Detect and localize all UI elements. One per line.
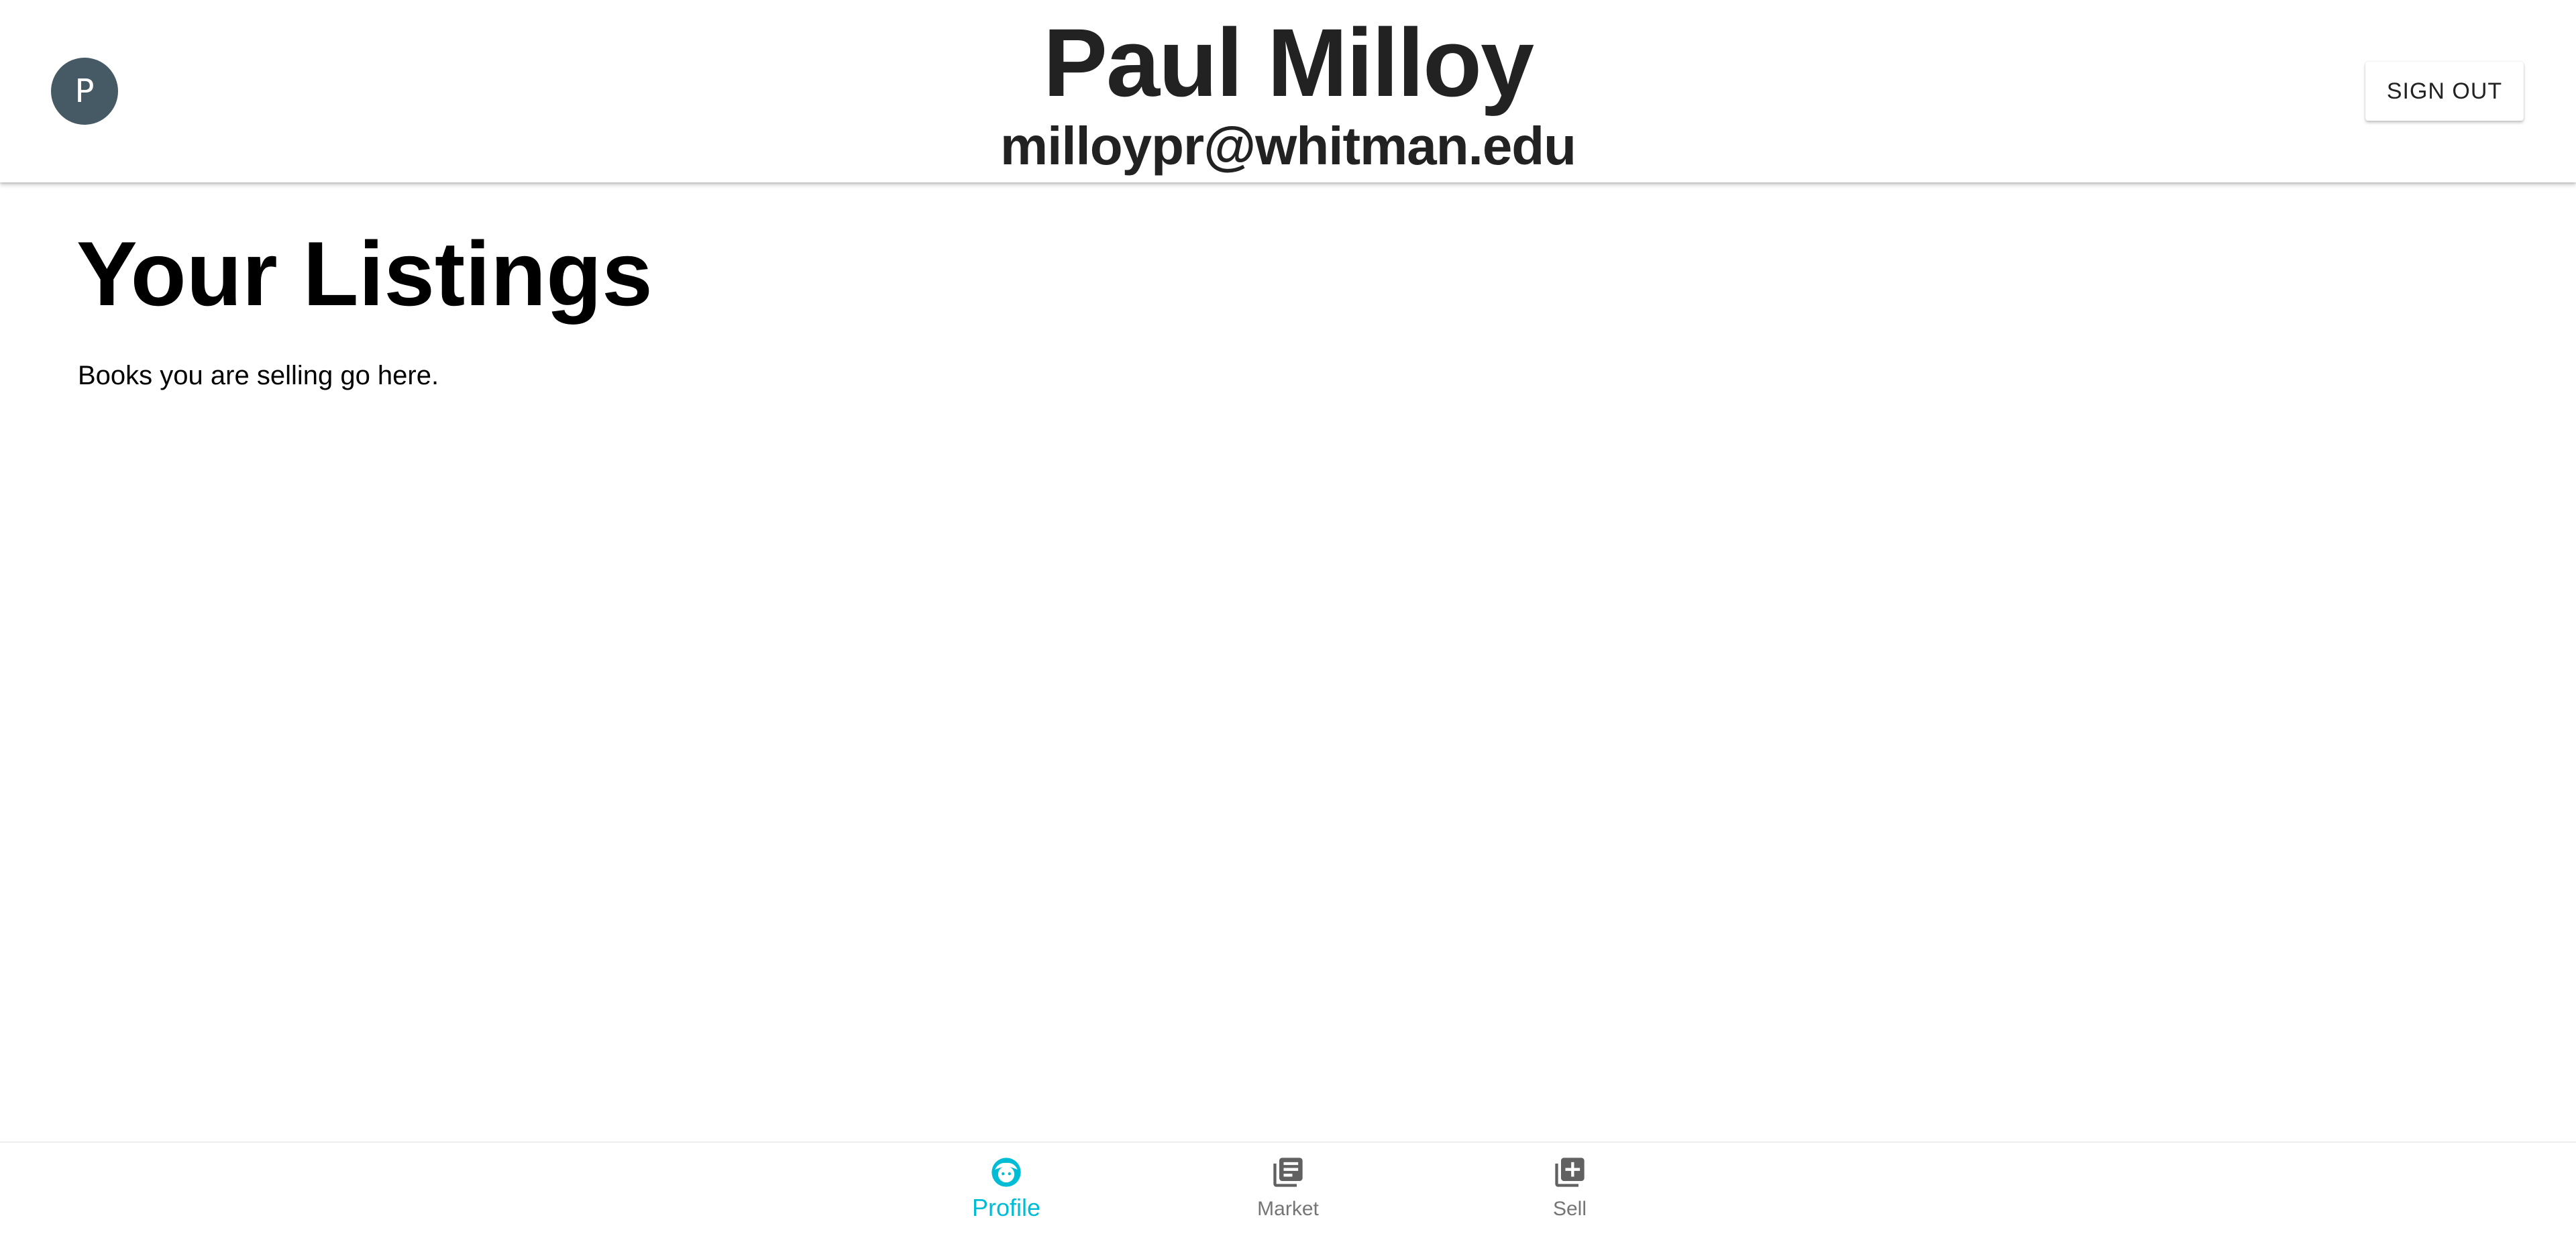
nav-item-sell[interactable]: Sell [1489, 1143, 1650, 1234]
app-header: P Paul Milloy milloypr@whitman.edu SIGN … [0, 0, 2576, 182]
user-name: Paul Milloy [1042, 9, 1534, 117]
nav-item-profile[interactable]: Profile [926, 1143, 1087, 1234]
nav-item-market[interactable]: Market [1208, 1143, 1368, 1234]
main-content: Your Listings Books you are selling go h… [0, 182, 2576, 1141]
sign-out-button[interactable]: SIGN OUT [2365, 62, 2524, 121]
library-books-icon [1273, 1158, 1303, 1187]
nav-label-sell: Sell [1552, 1198, 1587, 1220]
app-page: P Paul Milloy milloypr@whitman.edu SIGN … [0, 0, 2576, 1234]
listings-description: Books you are selling go here. [78, 361, 439, 390]
bottom-navigation: Profile Market Sell [0, 1141, 2576, 1234]
nav-label-profile: Profile [971, 1194, 1041, 1221]
user-email: milloypr@whitman.edu [1000, 116, 1576, 176]
nav-label-market: Market [1257, 1198, 1319, 1220]
page-title: Your Listings [76, 223, 653, 325]
face-icon [991, 1158, 1021, 1187]
add-library-icon [1555, 1158, 1585, 1187]
